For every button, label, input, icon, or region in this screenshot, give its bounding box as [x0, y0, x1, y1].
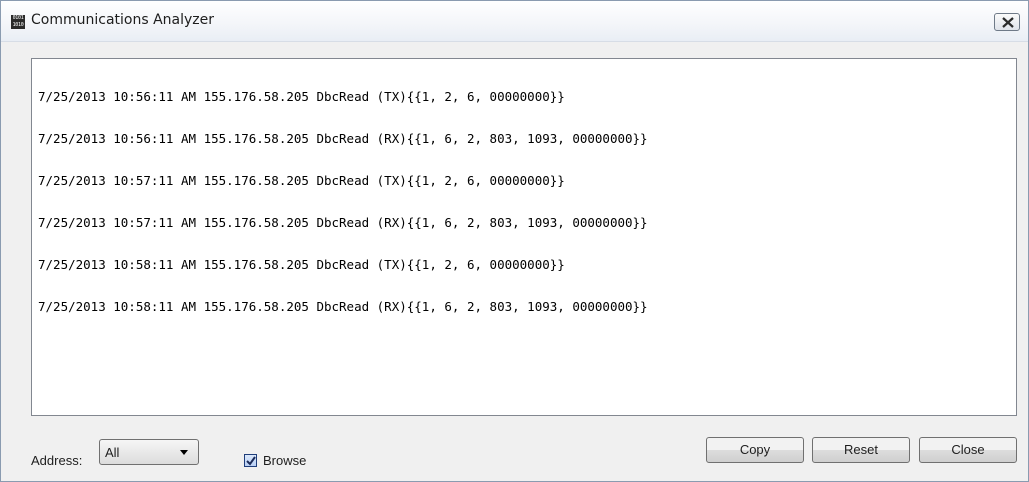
window-close-button[interactable] — [994, 13, 1020, 31]
log-line: 7/25/2013 10:56:11 AM 155.176.58.205 Dbc… — [38, 89, 565, 104]
copy-button[interactable]: Copy — [706, 437, 804, 463]
checkmark-icon — [246, 456, 256, 466]
log-line: 7/25/2013 10:56:11 AM 155.176.58.205 Dbc… — [38, 131, 648, 146]
log-line: 7/25/2013 10:58:11 AM 155.176.58.205 Dbc… — [38, 299, 648, 314]
log-line: 7/25/2013 10:58:11 AM 155.176.58.205 Dbc… — [38, 257, 565, 272]
address-label: Address: — [31, 453, 83, 468]
browse-label[interactable]: Browse — [263, 453, 306, 468]
chevron-down-icon — [180, 450, 188, 455]
address-selected-value: All — [105, 445, 120, 460]
close-button[interactable]: Close — [919, 437, 1017, 463]
title-bar[interactable]: 0101 1010 Communications Analyzer — [1, 1, 1028, 42]
reset-button[interactable]: Reset — [812, 437, 910, 463]
communications-analyzer-window: 0101 1010 Communications Analyzer 7/25/20… — [0, 0, 1029, 482]
log-line: 7/25/2013 10:57:11 AM 155.176.58.205 Dbc… — [38, 215, 648, 230]
close-icon — [1002, 17, 1014, 28]
window-title: Communications Analyzer — [31, 12, 215, 28]
address-dropdown[interactable]: All — [99, 439, 199, 465]
browse-checkbox[interactable] — [244, 454, 257, 467]
log-line: 7/25/2013 10:57:11 AM 155.176.58.205 Dbc… — [38, 173, 565, 188]
binary-app-icon: 0101 1010 — [11, 15, 25, 29]
log-textbox[interactable]: 7/25/2013 10:56:11 AM 155.176.58.205 Dbc… — [31, 58, 1017, 416]
